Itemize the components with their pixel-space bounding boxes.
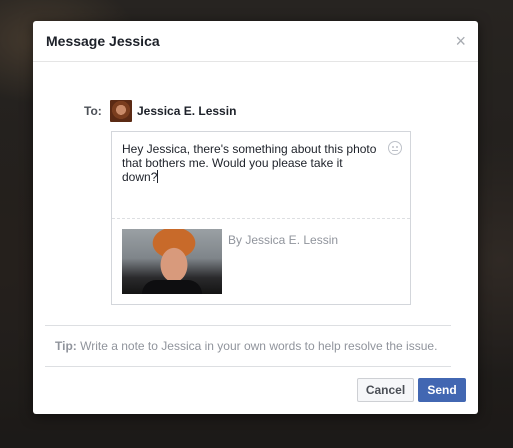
dialog-title: Message Jessica xyxy=(46,33,160,49)
divider xyxy=(45,325,451,326)
recipient-row: To: Jessica E. Lessin xyxy=(84,100,236,122)
message-text: Hey Jessica, there's something about thi… xyxy=(122,142,377,184)
attached-photo-thumbnail xyxy=(122,229,222,294)
recipient-avatar xyxy=(110,100,132,122)
attachment-caption: By Jessica E. Lessin xyxy=(228,233,339,247)
recipient-name: Jessica E. Lessin xyxy=(137,104,237,118)
send-button[interactable]: Send xyxy=(418,378,466,402)
divider xyxy=(45,366,451,367)
message-dialog: Message Jessica × To: Jessica E. Lessin … xyxy=(33,21,478,414)
text-caret xyxy=(157,170,159,183)
tip-label: Tip: xyxy=(55,339,77,353)
compose-divider xyxy=(112,218,410,219)
to-label: To: xyxy=(84,104,102,118)
dialog-header: Message Jessica × xyxy=(33,21,478,62)
close-icon[interactable]: × xyxy=(455,31,466,51)
compose-box: Hey Jessica, there's something about thi… xyxy=(111,131,411,305)
tip-body: Write a note to Jessica in your own word… xyxy=(76,339,438,353)
tip-text: Tip: Write a note to Jessica in your own… xyxy=(55,339,437,353)
emoji-icon[interactable] xyxy=(388,141,402,155)
message-textarea[interactable]: Hey Jessica, there's something about thi… xyxy=(122,142,377,184)
cancel-button[interactable]: Cancel xyxy=(357,378,414,402)
